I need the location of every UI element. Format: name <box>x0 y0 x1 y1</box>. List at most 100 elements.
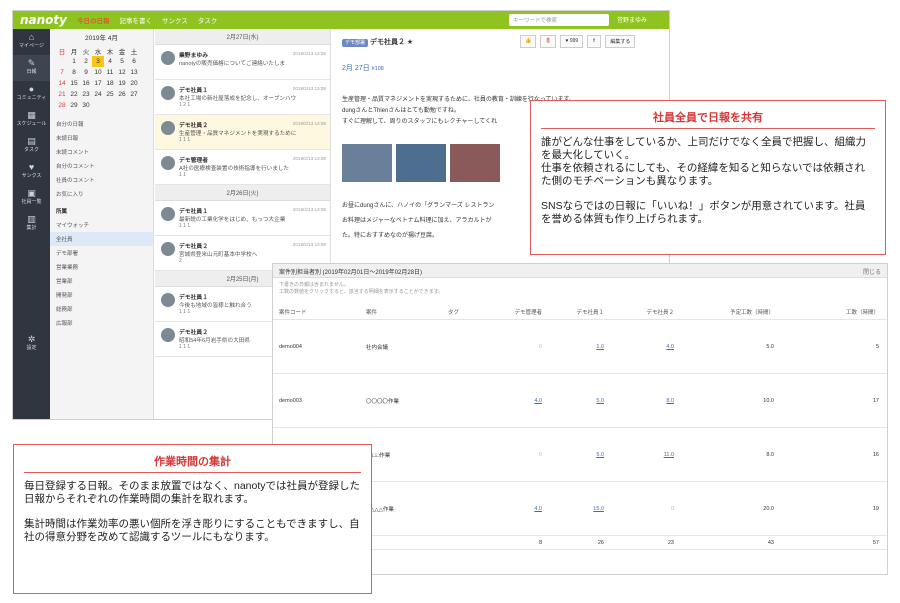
list-item[interactable]: デモ管理者 2019/2/13 13:08 A社の医療検査装置の技術指導を行いました… <box>155 150 330 185</box>
heart-button[interactable]: ♥ 999 <box>560 35 584 48</box>
menu-favorites[interactable]: お気に入り <box>50 187 153 201</box>
calendar-day[interactable]: 17 <box>92 78 104 89</box>
left-nav: ⌂ マイページ ✎ 日報 ● コミュニティ ▦ スケジュール ▤ タスク ♥ サンクス ▣ 社… <box>13 29 50 419</box>
photo[interactable] <box>342 144 392 182</box>
calendar-day[interactable]: 20 <box>128 78 140 89</box>
calendar-day[interactable]: 1 <box>68 56 80 67</box>
calendar-day[interactable]: 23 <box>80 89 92 100</box>
calendar-day[interactable]: 16 <box>80 78 92 89</box>
leftnav-schedule[interactable]: ▦ スケジュール <box>13 107 50 133</box>
leftnav-aggregate[interactable]: ▥ 集計 <box>13 211 50 237</box>
group-sales-ops[interactable]: 営業業務 <box>50 260 153 274</box>
calendar-day[interactable]: 30 <box>80 100 92 111</box>
weekday: 水 <box>94 48 102 56</box>
calendar-day[interactable]: 5 <box>116 56 128 67</box>
calendar-day[interactable] <box>128 100 140 111</box>
weekday: 日 <box>58 48 66 56</box>
calendar-day[interactable]: 19 <box>116 78 128 89</box>
calendar-day[interactable]: 29 <box>68 100 80 111</box>
avatar <box>161 293 175 307</box>
pin-button[interactable]: ⇑ <box>587 35 602 48</box>
calendar-day[interactable]: 18 <box>104 78 116 89</box>
detail-date: 2月 27日 #108 <box>342 65 384 72</box>
photo[interactable] <box>450 144 500 182</box>
clipboard-icon: ▤ <box>27 136 36 146</box>
calendar-day[interactable]: 26 <box>116 89 128 100</box>
calendar-day[interactable]: 27 <box>128 89 140 100</box>
calendar-day[interactable]: 21 <box>56 89 68 100</box>
list-item[interactable]: デモ社員１ 2019/2/13 13:08 本社工場の新社屋落成を記念し、オープンハ… <box>155 80 330 115</box>
groups-title: 所属 <box>56 209 68 215</box>
calendar-day[interactable] <box>56 56 68 67</box>
calendar-day[interactable] <box>104 100 116 111</box>
nav-today-report[interactable]: 今日の日報 <box>77 15 110 25</box>
calendar-day[interactable]: 28 <box>56 100 68 111</box>
calendar-day[interactable]: 2 <box>80 56 92 67</box>
nav-write-article[interactable]: 記事を書く <box>120 15 153 25</box>
heart-icon: ♥ <box>28 162 35 172</box>
leftnav-settings[interactable]: ✲ 設定 <box>13 331 50 357</box>
list-item[interactable]: デモ社員１ 2019/2/13 13:08 最新鋭の工業化学をはじめ、もっつ大企業 1… <box>155 201 330 236</box>
search-input[interactable]: キーワードで検索 <box>509 14 609 26</box>
flower-button[interactable]: 🌷 <box>540 35 557 48</box>
menu-my-comments[interactable]: 自分のコメント <box>50 159 153 173</box>
table-header: 案件コード 案件 タグ デモ管理者 デモ社員１ デモ社員２ 予定工数（時間） 工… <box>273 304 887 320</box>
calendar-day[interactable]: 7 <box>56 67 68 78</box>
group-sales[interactable]: 営業部 <box>50 274 153 288</box>
calendar-day[interactable]: 14 <box>56 78 68 89</box>
menu-my-reports[interactable]: 自分の日報 <box>50 117 153 131</box>
avatar <box>161 328 175 342</box>
report-note: 下書きの日報は含まれません。 工数の数値をクリックすると、該当する明細を表示するこ… <box>279 282 444 295</box>
calendar-day[interactable]: 4 <box>104 56 116 67</box>
calendar-day[interactable] <box>116 100 128 111</box>
leftnav-employees[interactable]: ▣ 社員一覧 <box>13 185 50 211</box>
calendar-day[interactable]: 8 <box>68 67 80 78</box>
edit-button[interactable]: 編集する <box>605 35 636 48</box>
group-pr[interactable]: 広報部 <box>50 316 153 330</box>
calendar-day-selected[interactable]: 3 <box>92 56 104 67</box>
home-icon: ⌂ <box>28 32 35 42</box>
group-demo-dept[interactable]: デモ部署 <box>50 246 153 260</box>
calendar-day[interactable]: 6 <box>128 56 140 67</box>
avatar <box>161 242 175 256</box>
group-my-watch[interactable]: マイウォッチ <box>50 218 153 232</box>
weekday: 月 <box>70 48 78 56</box>
calendar-day[interactable]: 10 <box>92 67 104 78</box>
callout-share: 社員全員で日報を共有 誰がどんな仕事をしているか、上司だけでなく全員で把握し、組… <box>530 100 886 255</box>
calendar-day[interactable]: 13 <box>128 67 140 78</box>
calendar-day[interactable] <box>92 100 104 111</box>
callout-share-title: 社員全員で日報を共有 <box>541 109 875 129</box>
nav-thanks[interactable]: サンクス <box>162 15 188 25</box>
close-button[interactable]: 閉じる <box>863 267 881 276</box>
dept-tag: デモ部署 <box>342 39 369 47</box>
calendar-day[interactable]: 15 <box>68 78 80 89</box>
leftnav-mypage[interactable]: ⌂ マイページ <box>13 29 50 55</box>
menu-unread-reports[interactable]: 未読日報 <box>50 131 153 145</box>
calendar-day[interactable]: 22 <box>68 89 80 100</box>
menu-staff-comments[interactable]: 社員のコメント <box>50 173 153 187</box>
group-admin[interactable]: 総務部 <box>50 302 153 316</box>
gear-icon: ✲ <box>27 334 36 344</box>
top-bar: nanoty 今日の日報 記事を書く サンクス タスク キーワードで検索 営野ま… <box>13 11 669 29</box>
list-item[interactable]: 業野まゆみ 2019/2/13 13:09 nanotyの販売価格についてご連絡いた… <box>155 45 330 80</box>
calendar-day[interactable]: 24 <box>92 89 104 100</box>
date-separator: 2月26日(火) <box>155 185 330 201</box>
leftnav-thanks[interactable]: ♥ サンクス <box>13 159 50 185</box>
group-all-staff[interactable]: 全社員 <box>50 232 153 246</box>
calendar-day[interactable]: 25 <box>104 89 116 100</box>
leftnav-community[interactable]: ● コミュニティ <box>13 81 50 107</box>
leftnav-task[interactable]: ▤ タスク <box>13 133 50 159</box>
nav-tasks[interactable]: タスク <box>198 15 218 25</box>
like-button[interactable]: 👍 <box>520 35 537 48</box>
group-dev[interactable]: 開発部 <box>50 288 153 302</box>
photo[interactable] <box>396 144 446 182</box>
menu-unread-comments[interactable]: 未読コメント <box>50 145 153 159</box>
list-item-selected[interactable]: デモ社員２ 2019/2/13 13:08 生産管理・品質マネジメントを実現するため… <box>155 115 330 150</box>
calendar-day[interactable]: 12 <box>116 67 128 78</box>
callout-aggregate-title: 作業時間の集計 <box>24 453 361 473</box>
calendar-day[interactable]: 11 <box>104 67 116 78</box>
calendar-day[interactable]: 9 <box>80 67 92 78</box>
user-menu[interactable]: 営野まゆみ <box>617 15 647 24</box>
weekday: 土 <box>130 48 138 56</box>
leftnav-report[interactable]: ✎ 日報 <box>13 55 50 81</box>
